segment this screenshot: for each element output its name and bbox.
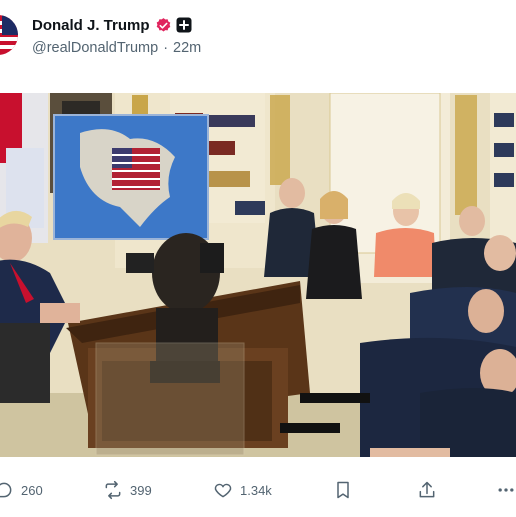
post-image[interactable] (0, 93, 516, 457)
reply-count: 260 (21, 482, 43, 498)
author-avatar[interactable] (0, 15, 18, 55)
repost-count: 399 (130, 482, 152, 498)
bookmark-button[interactable] (333, 470, 353, 510)
reply-bubble-icon (0, 482, 12, 498)
plus-square-icon (176, 17, 192, 33)
like-count: 1.34k (240, 482, 272, 498)
reply-button[interactable]: 260 (0, 470, 43, 510)
share-button[interactable] (417, 470, 437, 510)
meta-separator: · (163, 40, 169, 56)
verified-badge-icon (156, 17, 170, 32)
post-actions-bar: 260 399 1.34k (0, 470, 516, 510)
author-display-name[interactable]: Donald J. Trump (32, 17, 150, 34)
post-timestamp[interactable]: 22m (173, 40, 201, 56)
oval-office-photo (0, 93, 516, 457)
repost-button[interactable]: 399 (103, 470, 152, 510)
author-handle[interactable]: @realDonaldTrump (32, 40, 158, 56)
more-options-button[interactable] (496, 470, 516, 510)
post-header: Donald J. Trump @realDonaldTrump · 22m (0, 0, 516, 92)
bookmark-icon (337, 481, 349, 499)
share-upload-icon (419, 481, 435, 498)
like-button[interactable]: 1.34k (213, 470, 272, 510)
repost-arrows-icon (105, 480, 121, 500)
author-meta: @realDonaldTrump · 22m (32, 40, 201, 56)
more-dots-icon (498, 488, 514, 492)
heart-icon (214, 483, 232, 498)
